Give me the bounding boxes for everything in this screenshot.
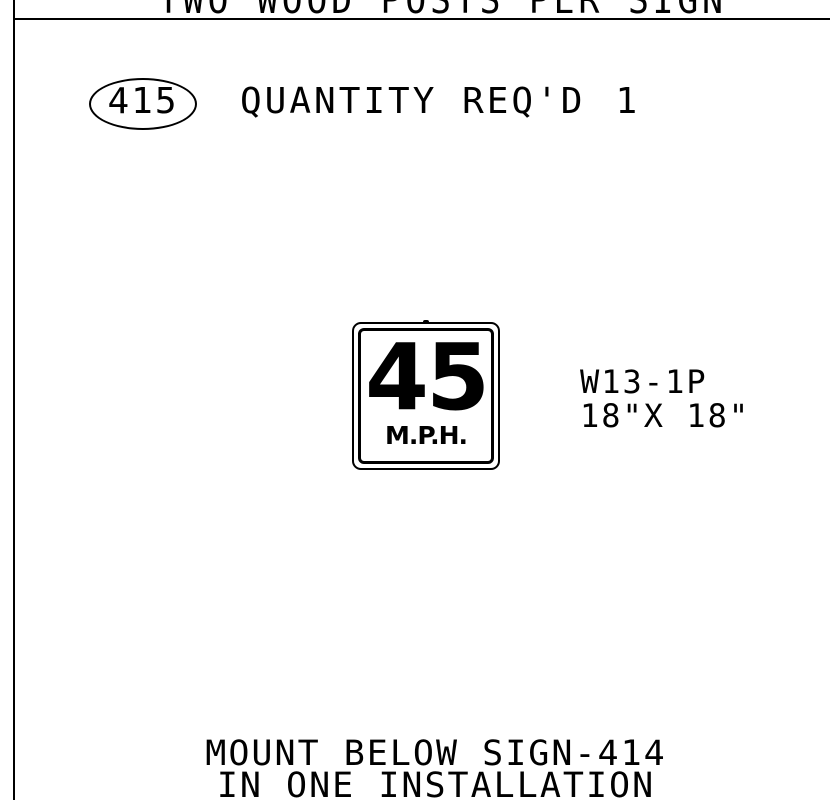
sheet-left-border bbox=[13, 0, 15, 800]
drawing-sheet: TWO WOOD POSTS PER SIGN 415 QUANTITY REQ… bbox=[0, 0, 830, 806]
sign-code-label: W13-1P bbox=[580, 363, 708, 401]
header-note: TWO WOOD POSTS PER SIGN bbox=[158, 0, 727, 22]
sign-speed-value: 45 bbox=[364, 324, 490, 431]
sign-speed-unit: M.P.H. bbox=[384, 421, 468, 450]
callout-number: 415 bbox=[107, 81, 179, 122]
quantity-label: QUANTITY REQ'D bbox=[240, 81, 586, 122]
sign-size-label: 18"X 18" bbox=[580, 397, 751, 435]
quantity-value: 1 bbox=[615, 81, 641, 122]
mounting-note-line-2: IN ONE INSTALLATION bbox=[216, 766, 656, 806]
quantity-line: QUANTITY REQ'D 1 bbox=[240, 81, 640, 122]
